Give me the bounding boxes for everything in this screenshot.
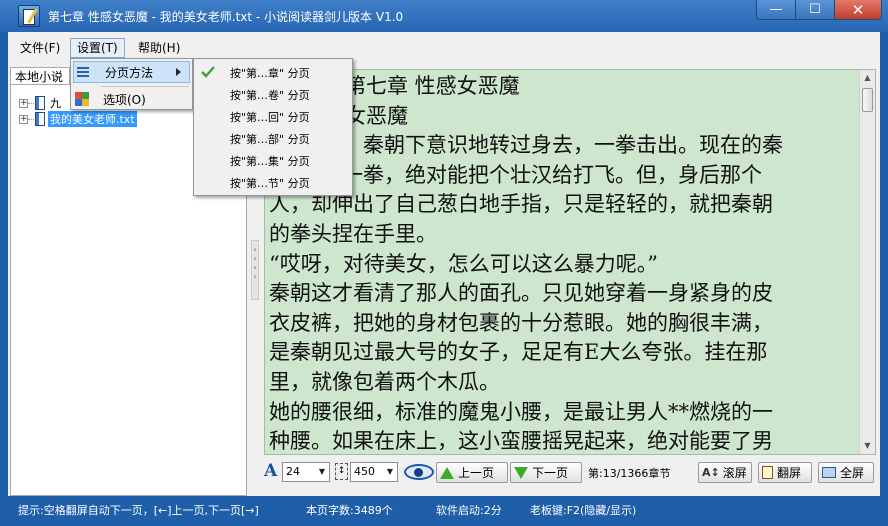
- book-icon: [35, 96, 45, 110]
- split-option-section[interactable]: 按"第…节" 分页: [196, 172, 350, 194]
- split-option-label: 按"第…部" 分页: [230, 133, 310, 146]
- tree-item-book[interactable]: + 我的美女老师.txt: [19, 111, 137, 127]
- chapter-progress: 第:13/1366章节: [588, 467, 671, 480]
- font-size-select[interactable]: 24 ▼: [282, 462, 330, 482]
- split-option-label: 按"第…章" 分页: [230, 67, 310, 80]
- book-icon: [35, 112, 45, 126]
- page-width-select[interactable]: 450 ▼: [350, 462, 398, 482]
- scroll-up-icon[interactable]: ▲: [860, 70, 875, 86]
- tree-item-label-selected: 我的美女老师.txt: [48, 111, 137, 127]
- minimize-button[interactable]: —: [756, 0, 796, 20]
- font-size-value: 24: [286, 465, 300, 478]
- fullscreen-label: 全屏: [840, 466, 865, 480]
- close-button[interactable]: ✕: [834, 0, 882, 20]
- settings-menu: 分页方法 选项(O): [70, 58, 193, 110]
- menu-item-label: 分页方法: [105, 65, 154, 80]
- text-line: 秦朝下意识地转过身去，一拳击出。现在的秦: [321, 133, 783, 158]
- text-line: “哎呀，对待美女，怎么可以这么暴力呢。”: [269, 251, 658, 276]
- text-line: 朝一拳，绝对能把个壮汉给打飞。但，身后那个: [321, 162, 762, 187]
- split-option-label: 按"第…卷" 分页: [230, 89, 310, 102]
- split-option-label: 按"第…节" 分页: [230, 177, 310, 190]
- split-option-label: 按"第…回" 分页: [230, 111, 310, 124]
- monitor-icon: [822, 467, 836, 478]
- fullscreen-button[interactable]: 全屏: [818, 462, 874, 483]
- next-page-button[interactable]: 下一页: [510, 462, 582, 483]
- checkmark-icon: [201, 66, 215, 78]
- text-line: 她的腰很细，标准的魔鬼小腰，是最让男人**燃烧的一: [269, 399, 773, 424]
- menu-file[interactable]: 文件(F): [14, 38, 66, 58]
- app-icon: [18, 5, 40, 27]
- scroll-icon: A↕: [702, 466, 720, 479]
- split-method-submenu: 按"第…章" 分页 按"第…卷" 分页 按"第…回" 分页 按"第…部" 分页 …: [193, 58, 353, 196]
- status-word-count: 本页字数:3489个: [306, 504, 393, 517]
- reader-scrollbar[interactable]: ▲ ▼: [859, 70, 875, 454]
- page-width-icon: ↕: [335, 463, 348, 480]
- text-line: 的拳头捏在手里。: [269, 221, 437, 246]
- title-bar: 第七章 性感女恶魔 - 我的美女老师.txt - 小说阅读器剑儿版本 V1.0 …: [0, 0, 888, 32]
- text-line: 里，就像包着两个木瓜。: [269, 369, 500, 394]
- expand-icon[interactable]: +: [19, 98, 28, 108]
- prev-page-label: 上一页: [458, 466, 495, 480]
- page-flip-button[interactable]: 翻屏: [758, 462, 812, 483]
- text-line: 第七章 性感女恶魔: [345, 74, 520, 98]
- split-option-episode[interactable]: 按"第…回" 分页: [196, 106, 350, 128]
- menu-help[interactable]: 帮助(H): [132, 38, 186, 58]
- text-line: 是秦朝见过最大号的女子，足足有E大么夸张。挂在那: [269, 340, 768, 365]
- reader-pane[interactable]: 第七章 性感女恶魔 女恶魔 秦朝下意识地转过身去，一拳击出。现在的秦 朝一拳，绝…: [264, 69, 876, 455]
- split-option-label: 按"第…集" 分页: [230, 155, 310, 168]
- status-hint: 提示:空格翻屏自动下一页，[←]上一页,下一页[→]: [18, 504, 259, 517]
- auto-scroll-button[interactable]: A↕ 滚屏: [698, 462, 752, 483]
- next-page-label: 下一页: [532, 466, 569, 480]
- menu-item-options[interactable]: 选项(O): [73, 88, 146, 110]
- page-icon: [762, 466, 773, 479]
- tree-item-label: 九: [50, 97, 61, 110]
- menu-settings[interactable]: 设置(T): [70, 38, 125, 58]
- page-width-value: 450: [354, 465, 375, 478]
- eye-icon[interactable]: [404, 464, 434, 480]
- menu-item-split-method[interactable]: 分页方法: [73, 61, 190, 83]
- page-flip-label: 翻屏: [777, 466, 802, 480]
- split-option-volume[interactable]: 按"第…卷" 分页: [196, 84, 350, 106]
- prev-page-button[interactable]: 上一页: [436, 462, 508, 483]
- auto-scroll-label: 滚屏: [722, 466, 747, 480]
- grid-icon: [75, 92, 89, 106]
- chevron-down-icon[interactable]: ▼: [383, 463, 397, 481]
- text-line: 女恶魔: [345, 103, 408, 128]
- chapter-text: 第七章 性感女恶魔 女恶魔 秦朝下意识地转过身去，一拳击出。现在的秦 朝一拳，绝…: [269, 72, 859, 454]
- status-boss-key: 老板键:F2(隐藏/显示): [530, 504, 637, 517]
- tab-local-novels[interactable]: 本地小说: [10, 67, 70, 85]
- arrow-down-icon: [514, 466, 528, 479]
- tree-connector: [28, 118, 34, 120]
- scroll-down-icon[interactable]: ▼: [860, 438, 875, 454]
- splitter-grip-icon[interactable]: ‹ ‹ ‹ ‹: [251, 240, 259, 300]
- maximize-button[interactable]: ☐: [795, 0, 835, 20]
- expand-icon[interactable]: +: [19, 114, 28, 124]
- status-bar: 提示:空格翻屏自动下一页，[←]上一页,下一页[→] 本页字数:3489个 软件…: [0, 496, 888, 526]
- text-line: 种腰。如果在床上，这小蛮腰摇晃起来，绝对能要了男: [269, 429, 773, 454]
- font-size-icon: A: [264, 461, 278, 481]
- text-line: 人，却伸出了自己葱白地手指，只是轻轻的，就把秦朝: [269, 192, 773, 217]
- chevron-down-icon[interactable]: ▼: [315, 463, 329, 481]
- list-icon: [77, 67, 89, 77]
- arrow-up-icon: [440, 466, 454, 479]
- split-option-part[interactable]: 按"第…部" 分页: [196, 128, 350, 150]
- tree-connector: [28, 102, 34, 104]
- text-line: 衣皮裤，把她的身材包裹的十分惹眼。她的胸很丰满，: [269, 310, 773, 335]
- scroll-thumb[interactable]: [862, 88, 873, 112]
- split-option-chapter[interactable]: 按"第…章" 分页: [196, 62, 350, 84]
- text-line: 秦朝这才看清了那人的面孔。只见她穿着一身紧身的皮: [269, 281, 773, 306]
- menu-separator: [101, 86, 189, 87]
- window-title: 第七章 性感女恶魔 - 我的美女老师.txt - 小说阅读器剑儿版本 V1.0: [48, 10, 404, 24]
- submenu-arrow-icon: [176, 68, 181, 76]
- split-option-collection[interactable]: 按"第…集" 分页: [196, 150, 350, 172]
- reader-toolbar: A 24 ▼ ↕ 450 ▼ 上一页 下一页 第:13/1366章节 A↕ 滚屏…: [264, 459, 876, 485]
- menu-item-label: 选项(O): [103, 92, 146, 107]
- tree-item-folder[interactable]: + 九: [19, 95, 63, 111]
- status-uptime: 软件启动:2分: [436, 504, 502, 517]
